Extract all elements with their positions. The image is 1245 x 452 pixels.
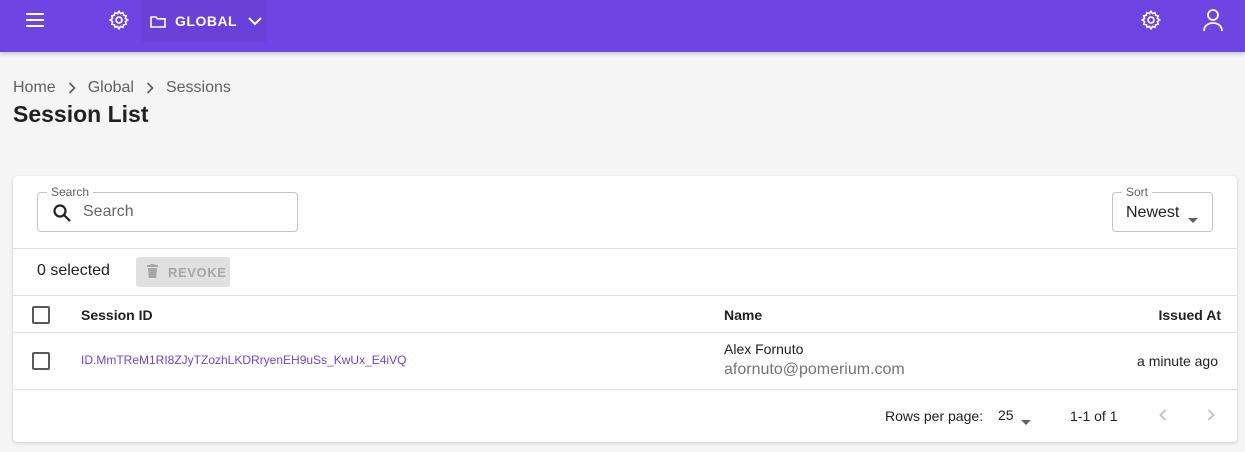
next-page-icon[interactable] — [1199, 403, 1223, 427]
column-header-issued-at[interactable]: Issued At — [1159, 307, 1222, 323]
trash-icon — [147, 263, 158, 281]
folder-icon — [150, 15, 166, 28]
select-all-checkbox[interactable] — [32, 306, 50, 324]
user-name: Alex Fornuto — [724, 341, 804, 357]
breadcrumb: Home Global Sessions — [13, 78, 231, 98]
sessions-card: Search Sort Newest 0 selected REVOKE Ses… — [13, 176, 1237, 442]
divider — [13, 248, 1237, 249]
revoke-button[interactable]: REVOKE — [136, 257, 230, 287]
breadcrumb-sessions: Sessions — [165, 79, 231, 96]
divider — [13, 295, 1237, 296]
search-icon — [52, 203, 72, 228]
search-input[interactable] — [83, 201, 283, 223]
sort-label: Sort — [1122, 185, 1153, 199]
chevron-down-icon — [248, 16, 262, 26]
sort-select[interactable]: Sort Newest — [1112, 185, 1213, 232]
app-bar: GLOBAL — [0, 0, 1245, 52]
menu-icon[interactable] — [22, 8, 48, 32]
row-checkbox[interactable] — [32, 352, 50, 370]
divider — [13, 332, 1237, 333]
caret-down-icon — [1021, 412, 1031, 430]
namespace-label: GLOBAL — [175, 13, 238, 29]
breadcrumb-global[interactable]: Global — [88, 79, 134, 97]
chevron-right-icon — [146, 82, 154, 94]
previous-page-icon[interactable] — [1151, 403, 1175, 427]
issued-at: a minute ago — [1137, 353, 1218, 369]
column-header-session-id[interactable]: Session ID — [81, 307, 153, 323]
pagination-range: 1-1 of 1 — [1070, 408, 1118, 424]
user-email: afornuto@pomerium.com — [724, 361, 905, 378]
rows-per-page-select[interactable]: 25 — [993, 403, 1039, 427]
chevron-right-icon — [68, 82, 76, 94]
divider — [13, 389, 1237, 390]
search-label: Search — [47, 185, 94, 199]
person-icon[interactable] — [1200, 7, 1226, 33]
page-title: Session List — [13, 101, 149, 127]
gear-icon[interactable] — [107, 8, 131, 32]
search-field[interactable]: Search — [37, 185, 298, 232]
sort-value: Newest — [1126, 204, 1180, 221]
namespace-selector[interactable]: GLOBAL — [141, 0, 267, 42]
revoke-label: REVOKE — [168, 264, 227, 280]
selected-count: 0 selected — [37, 262, 110, 279]
rows-per-page-label: Rows per page: — [885, 408, 984, 424]
rows-per-page-value: 25 — [998, 407, 1014, 423]
caret-down-icon — [1188, 210, 1198, 228]
breadcrumb-home[interactable]: Home — [13, 79, 56, 97]
session-id-link[interactable]: ID.MmTReM1RI8ZJyTZozhLKDRryenEH9uSs_KwUx… — [81, 353, 406, 367]
column-header-name[interactable]: Name — [724, 307, 762, 323]
settings-gear-icon[interactable] — [1139, 8, 1163, 32]
